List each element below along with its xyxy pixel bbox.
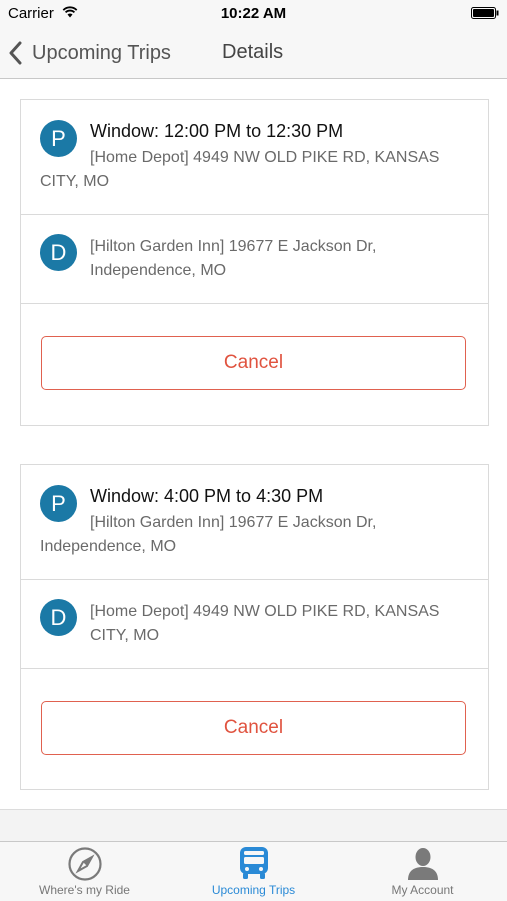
person-icon — [407, 848, 438, 880]
dropoff-row: D [Home Depot] 4949 NW OLD PIKE RD, KANS… — [21, 580, 488, 669]
dropoff-address-line1: [Home Depot] 4949 NW OLD PIKE RD, KANSAS — [90, 603, 440, 620]
dropoff-badge: D — [40, 234, 77, 271]
pickup-window: Window: 4:00 PM to 4:30 PM — [90, 486, 324, 506]
bus-icon — [239, 847, 268, 879]
dropoff-address-line1: [Hilton Garden Inn] 19677 E Jackson Dr, — [90, 238, 377, 255]
battery-icon — [471, 7, 499, 19]
tab-label: Upcoming Trips — [211, 883, 296, 897]
pickup-badge: P — [40, 120, 77, 157]
pickup-window: Window: 12:00 PM to 12:30 PM — [90, 121, 344, 141]
dropoff-badge: D — [40, 599, 77, 636]
dropoff-address-line2: CITY, MO — [90, 627, 160, 644]
trip-card: P Window: 12:00 PM to 12:30 PM [Home Dep… — [20, 99, 489, 426]
compass-icon — [67, 847, 102, 881]
pickup-address-line1: [Hilton Garden Inn] 19677 E Jackson Dr, — [90, 514, 377, 531]
tab-upcoming-trips[interactable]: Upcoming Trips — [169, 842, 338, 901]
pickup-address-line2: Independence, MO — [40, 538, 177, 555]
back-label: Upcoming Trips — [32, 41, 171, 64]
pickup-row: P Window: 12:00 PM to 12:30 PM [Home Dep… — [21, 100, 488, 215]
tab-wheres-my-ride[interactable]: Where's my Ride — [0, 842, 169, 901]
tab-label: Where's my Ride — [39, 883, 130, 897]
pickup-address-line2: CITY, MO — [40, 173, 110, 190]
trip-list[interactable]: P Window: 12:00 PM to 12:30 PM [Home Dep… — [0, 79, 507, 841]
dropoff-row: D [Hilton Garden Inn] 19677 E Jackson Dr… — [21, 215, 488, 304]
page-title: Details — [222, 41, 284, 63]
pickup-row: P Window: 4:00 PM to 4:30 PM [Hilton Gar… — [21, 465, 488, 580]
status-bar: Carrier 10:22 AM — [0, 0, 507, 28]
back-button[interactable]: Upcoming Trips — [8, 40, 171, 66]
trip-card: P Window: 4:00 PM to 4:30 PM [Hilton Gar… — [20, 464, 489, 790]
cancel-button[interactable]: Cancel — [41, 336, 466, 390]
dropoff-address-line2: Independence, MO — [90, 262, 227, 279]
trip-group: P Window: 4:00 PM to 4:30 PM [Hilton Gar… — [0, 445, 507, 810]
status-time: 10:22 AM — [220, 5, 287, 22]
cancel-button[interactable]: Cancel — [41, 701, 466, 755]
nav-bar: Upcoming Trips Details — [0, 28, 507, 79]
cancel-area: Cancel — [21, 304, 488, 425]
chevron-left-icon — [9, 41, 22, 65]
pickup-badge: P — [40, 485, 77, 522]
tab-label: My Account — [391, 883, 454, 897]
tab-my-account[interactable]: My Account — [338, 842, 507, 901]
tab-bar: Where's my Ride Upcoming Trips My Accoun… — [0, 841, 507, 901]
pickup-address-line1: [Home Depot] 4949 NW OLD PIKE RD, KANSAS — [90, 149, 440, 166]
cancel-area: Cancel — [21, 669, 488, 789]
trip-group: P Window: 12:00 PM to 12:30 PM [Home Dep… — [0, 79, 507, 446]
